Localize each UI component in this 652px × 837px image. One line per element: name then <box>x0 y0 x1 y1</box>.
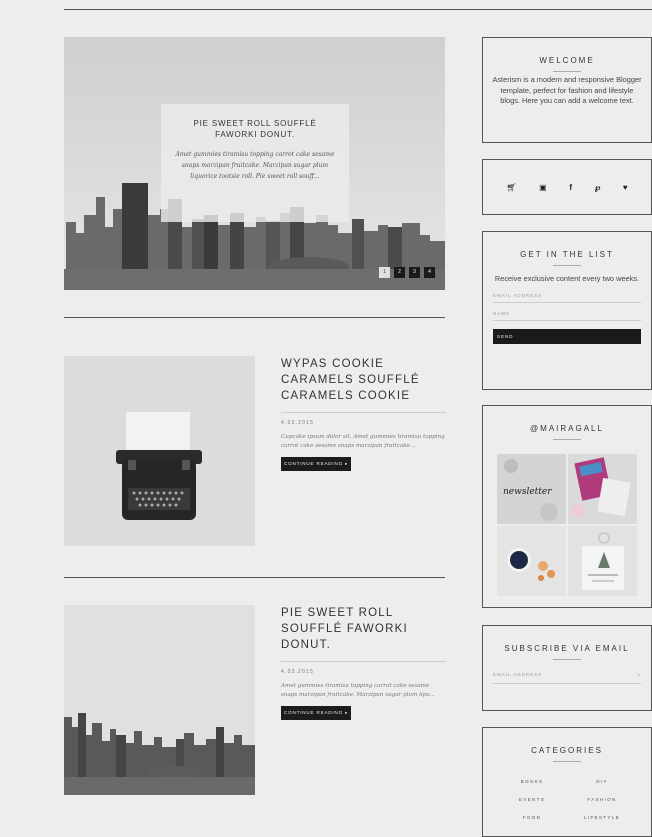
facebook-icon[interactable]: f <box>569 183 572 192</box>
cart-icon[interactable]: 🛒︎ <box>506 183 516 192</box>
newsletter-email-field[interactable]: EMAIL ADDRESS <box>493 293 641 303</box>
post-1: WYPAS COOKIE CARAMELS SOUFFLÉ CARAMELS C… <box>281 356 446 471</box>
post-divider <box>64 577 445 578</box>
category-books[interactable]: BOOKS <box>497 779 567 784</box>
newsletter-title: GET IN THE LIST <box>520 250 614 259</box>
featured-slider[interactable]: PIE SWEET ROLL SOUFFLÉ FAWORKI DONUT. Am… <box>64 37 445 290</box>
pinterest-icon[interactable]: ℘ <box>595 183 601 192</box>
instagram-grid: newsletter <box>497 454 637 596</box>
category-fashion[interactable]: FASHION <box>567 797 637 802</box>
post-2-title-rule <box>281 661 446 662</box>
slider-dot-1[interactable]: 1 <box>379 267 390 278</box>
post-1-excerpt: Cupcake ipsum dolor sit. Amet gummies ti… <box>281 434 445 449</box>
typewriter-image[interactable] <box>64 356 255 546</box>
instagram-photo-3[interactable] <box>497 526 566 596</box>
subscribe-title: SUBSCRIBE VIA EMAIL <box>504 644 630 653</box>
instagram-widget: @MAIRAGALL newsletter <box>482 405 652 608</box>
categories-title: CATEGORIES <box>531 746 603 755</box>
slider-dot-3[interactable]: 3 <box>409 267 420 278</box>
newsletter-title-underline <box>553 265 581 266</box>
categories-list: BOOKS DIY EVENTS FASHION FOOD LIFESTYLE <box>497 779 637 820</box>
newsletter-text: Receive exclusive content every two week… <box>494 274 640 283</box>
instagram-photo-1-text: newsletter <box>503 487 552 497</box>
slider-pagination: 1 2 3 4 <box>379 267 435 278</box>
slide-caption: PIE SWEET ROLL SOUFFLÉ FAWORKI DONUT. Am… <box>161 104 349 222</box>
welcome-widget: WELCOME Asterism is a modern and respons… <box>482 37 652 143</box>
typewriter-illustration <box>64 356 255 546</box>
category-food[interactable]: FOOD <box>497 815 567 820</box>
newsletter-name-field[interactable]: NAME <box>493 311 641 321</box>
heart-icon[interactable]: ♥ <box>623 183 628 192</box>
social-widget: 🛒︎ ▣ f ℘ ♥ <box>482 159 652 215</box>
instagram-photo-1[interactable]: newsletter <box>497 454 566 524</box>
top-divider <box>64 9 652 10</box>
post-2-title[interactable]: PIE SWEET ROLL SOUFFLÉ FAWORKI DONUT. <box>281 605 446 653</box>
post-1-title-rule <box>281 412 446 413</box>
post-2: PIE SWEET ROLL SOUFFLÉ FAWORKI DONUT. 4.… <box>281 605 446 720</box>
slide-title: PIE SWEET ROLL SOUFFLÉ FAWORKI DONUT. <box>193 119 317 139</box>
post-2-excerpt: Amet gummies tiramisu topping carrot cak… <box>281 683 435 698</box>
post-2-date: 4.03.2015 <box>281 669 315 675</box>
newsletter-send-button[interactable]: SEND <box>493 328 641 344</box>
category-diy[interactable]: DIY <box>567 779 637 784</box>
welcome-text: Asterism is a modern and responsive Blog… <box>492 75 642 105</box>
skyline-image[interactable] <box>64 605 255 795</box>
newsletter-widget: GET IN THE LIST Receive exclusive conten… <box>482 231 652 390</box>
subscribe-email-placeholder: EMAIL ADDRESS <box>493 672 543 677</box>
subscribe-email-field[interactable]: EMAIL ADDRESS › <box>493 672 641 684</box>
category-lifestyle[interactable]: LIFESTYLE <box>567 815 637 820</box>
instagram-photo-4[interactable] <box>568 526 637 596</box>
post-1-title[interactable]: WYPAS COOKIE CARAMELS SOUFFLÉ CARAMELS C… <box>281 356 446 404</box>
slider-dot-4[interactable]: 4 <box>424 267 435 278</box>
slide-text: Amet gummies tiramisu topping carrot cak… <box>175 151 335 180</box>
subscribe-widget: SUBSCRIBE VIA EMAIL EMAIL ADDRESS › <box>482 625 652 711</box>
instagram-photo-2[interactable] <box>568 454 637 524</box>
post-2-continue-button[interactable]: CONTINUE READING ▸ <box>281 706 352 720</box>
subscribe-title-underline <box>553 659 581 660</box>
social-icons: 🛒︎ ▣ f ℘ ♥ <box>483 160 651 214</box>
category-events[interactable]: EVENTS <box>497 797 567 802</box>
welcome-title-underline <box>553 71 581 72</box>
post-divider <box>64 317 445 318</box>
slider-dot-2[interactable]: 2 <box>394 267 405 278</box>
post-1-date: 4.03.2015 <box>281 420 315 426</box>
submit-arrow-icon[interactable]: › <box>638 672 641 679</box>
skyline-illustration <box>64 605 255 795</box>
categories-widget: CATEGORIES BOOKS DIY EVENTS FASHION FOOD… <box>482 727 652 837</box>
categories-title-underline <box>553 761 581 762</box>
instagram-title-underline <box>553 439 581 440</box>
instagram-title[interactable]: @MAIRAGALL <box>483 424 651 433</box>
post-1-continue-button[interactable]: CONTINUE READING ▸ <box>281 457 352 471</box>
instagram-icon[interactable]: ▣ <box>539 183 547 192</box>
welcome-title: WELCOME <box>539 56 595 65</box>
